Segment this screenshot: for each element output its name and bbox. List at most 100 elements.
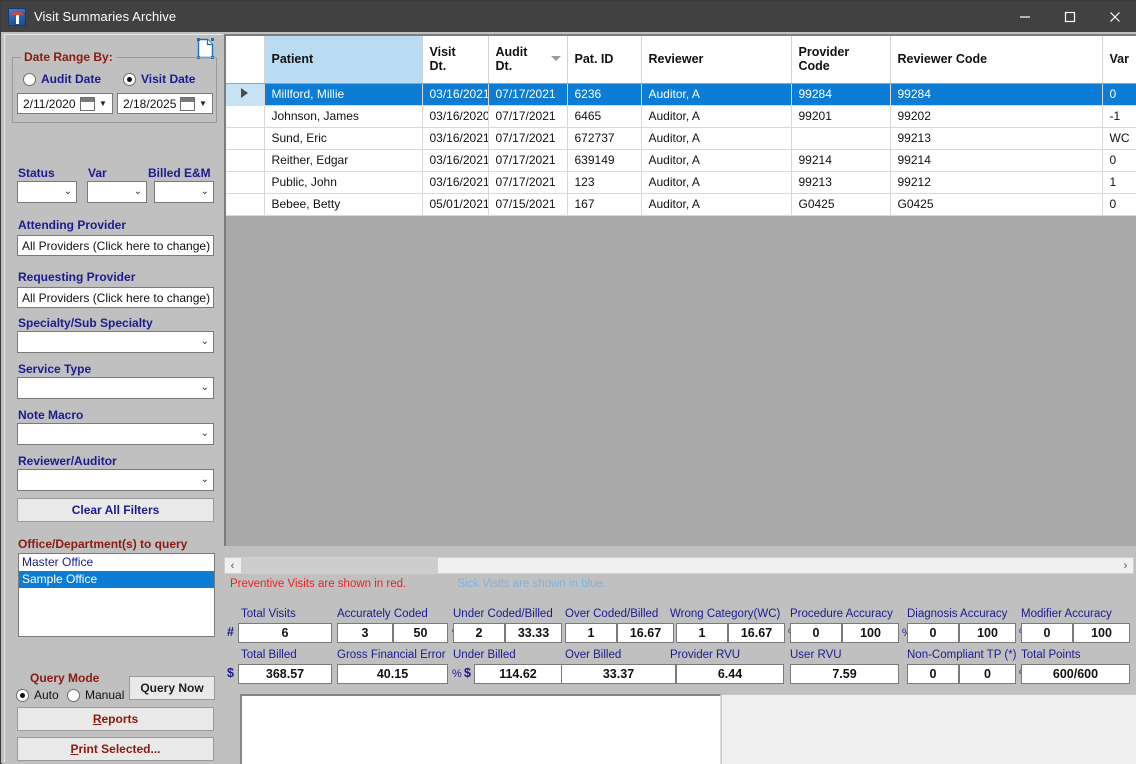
cell-audit-dt: 07/17/2021 (488, 83, 568, 106)
accurately-coded-count[interactable]: 3 (337, 623, 393, 643)
accurately-coded-pct[interactable]: 50 (393, 623, 448, 643)
under-billed-value[interactable]: 114.62 (474, 664, 562, 684)
date-range-group: Date Range By: Audit Date Visit Date 2/1… (12, 50, 217, 123)
non-compliant-tp-pct[interactable]: 0 (959, 664, 1016, 684)
table-row[interactable]: Johnson, James 03/16/2020 07/17/2021 646… (226, 105, 1136, 128)
list-item[interactable]: Sample Office (19, 571, 214, 588)
close-icon[interactable] (1092, 1, 1136, 32)
row-selector-cell[interactable] (226, 149, 265, 172)
date-from-input[interactable]: 2/11/2020 ▼ (17, 93, 113, 114)
legend-preventive: Preventive Visits are shown in red. (230, 578, 407, 590)
procedure-accuracy-count[interactable]: 0 (790, 623, 842, 643)
total-billed-value[interactable]: 368.57 (238, 664, 332, 684)
office-list-label: Office/Department(s) to query (18, 537, 188, 551)
non-compliant-tp-count[interactable]: 0 (907, 664, 959, 684)
print-selected-label: Print Selected... (70, 742, 161, 756)
scroll-left-icon[interactable]: ‹ (225, 558, 240, 573)
query-now-button[interactable]: Query Now (129, 676, 215, 700)
cell-provider-code: 99201 (791, 105, 891, 128)
reviewer-auditor-select[interactable]: ⌄ (17, 469, 214, 491)
scroll-right-icon[interactable]: › (1118, 558, 1133, 573)
maximize-icon[interactable] (1047, 1, 1092, 32)
radio-visit-date[interactable]: Visit Date (123, 72, 195, 86)
table-row[interactable]: Public, John 03/16/2021 07/17/2021 123 A… (226, 171, 1136, 194)
column-header-pat-id[interactable]: Pat. ID (567, 36, 642, 84)
column-header-provider-code[interactable]: Provider Code (791, 36, 891, 84)
modifier-accuracy-count[interactable]: 0 (1021, 623, 1073, 643)
calendar-icon (80, 96, 95, 111)
date-to-input[interactable]: 2/18/2025 ▼ (117, 93, 213, 114)
service-type-select[interactable]: ⌄ (17, 377, 214, 399)
visits-data-grid[interactable]: Patient Visit Dt. Audit Dt. Pat. ID Revi… (224, 34, 1136, 546)
attending-provider-label: Attending Provider (18, 218, 127, 232)
minimize-icon[interactable] (1002, 1, 1047, 32)
grid-horizontal-scrollbar[interactable]: ‹ › (224, 557, 1134, 574)
table-row[interactable]: Reither, Edgar 03/16/2021 07/17/2021 639… (226, 149, 1136, 172)
print-selected-button[interactable]: Print Selected... (17, 737, 214, 761)
column-header-patient[interactable]: Patient (264, 36, 423, 84)
cell-pat-id: 6236 (567, 83, 642, 106)
diagnosis-accuracy-label: Diagnosis Accuracy (907, 608, 1008, 620)
column-header-reviewer[interactable]: Reviewer (641, 36, 792, 84)
legend-sick: Sick Visits are shown in blue. (457, 578, 607, 590)
row-selector-cell[interactable] (226, 105, 265, 128)
chevron-down-icon[interactable]: ▼ (97, 99, 109, 108)
row-selector-cell[interactable] (226, 127, 265, 150)
billed-em-select[interactable]: ⌄ (154, 181, 214, 203)
total-visits-value[interactable]: 6 (238, 623, 332, 643)
clear-all-filters-button[interactable]: Clear All Filters (17, 498, 214, 522)
summary-statistics-panel: Total Visits Accurately Coded Under Code… (224, 598, 1136, 694)
table-row[interactable]: Sund, Eric 03/16/2021 07/17/2021 672737 … (226, 127, 1136, 150)
specialty-select[interactable]: ⌄ (17, 331, 214, 353)
user-rvu-value[interactable]: 7.59 (790, 664, 899, 684)
notes-textarea[interactable] (240, 694, 721, 764)
diagnosis-accuracy-count[interactable]: 0 (907, 623, 959, 643)
status-select[interactable]: ⌄ (17, 181, 77, 203)
over-coded-count[interactable]: 1 (565, 623, 617, 643)
table-row[interactable]: Bebee, Betty 05/01/2021 07/15/2021 167 A… (226, 193, 1136, 216)
var-select[interactable]: ⌄ (87, 181, 147, 203)
scrollbar-thumb[interactable] (241, 558, 438, 573)
office-department-listbox[interactable]: Master Office Sample Office (18, 553, 215, 637)
radio-query-manual[interactable]: Manual (67, 688, 124, 702)
over-billed-value[interactable]: 33.37 (561, 664, 676, 684)
reviewer-auditor-label: Reviewer/Auditor (18, 454, 117, 468)
table-row[interactable]: Millford, Millie 03/16/2021 07/17/2021 6… (226, 83, 1136, 106)
total-points-value[interactable]: 600/600 (1021, 664, 1130, 684)
status-label: Status (18, 166, 55, 180)
cell-reviewer-code: 99214 (890, 149, 1103, 172)
cell-pat-id: 639149 (567, 149, 642, 172)
cell-pat-id: 672737 (567, 127, 642, 150)
column-header-var[interactable]: Var (1102, 36, 1136, 84)
wrong-category-count[interactable]: 1 (676, 623, 728, 643)
cell-var: -1 (1102, 105, 1136, 128)
column-header-audit-dt[interactable]: Audit Dt. (488, 36, 568, 84)
note-macro-select[interactable]: ⌄ (17, 423, 214, 445)
gross-financial-error-value[interactable]: 40.15 (337, 664, 448, 684)
list-item[interactable]: Master Office (19, 554, 214, 571)
provider-rvu-value[interactable]: 6.44 (676, 664, 784, 684)
row-selector-cell[interactable] (226, 171, 265, 194)
attending-provider-input[interactable]: All Providers (Click here to change) (17, 235, 214, 256)
reports-button[interactable]: Reports (17, 707, 214, 731)
row-selector-cell[interactable] (226, 83, 265, 106)
wrong-category-pct[interactable]: 16.67 (728, 623, 785, 643)
column-header-reviewer-code[interactable]: Reviewer Code (890, 36, 1103, 84)
row-selector-cell[interactable] (226, 193, 265, 216)
new-document-icon[interactable] (197, 38, 214, 59)
radio-audit-date[interactable]: Audit Date (23, 72, 101, 86)
modifier-accuracy-pct[interactable]: 100 (1073, 623, 1130, 643)
under-coded-label: Under Coded/Billed (453, 608, 553, 620)
radio-query-auto[interactable]: Auto (16, 688, 59, 702)
column-header-visit-dt[interactable]: Visit Dt. (422, 36, 489, 84)
hash-prefix: # (227, 625, 234, 639)
requesting-provider-input[interactable]: All Providers (Click here to change) (17, 287, 214, 308)
under-coded-count[interactable]: 2 (453, 623, 505, 643)
over-coded-pct[interactable]: 16.67 (617, 623, 674, 643)
under-coded-pct[interactable]: 33.33 (505, 623, 562, 643)
diagnosis-accuracy-pct[interactable]: 100 (959, 623, 1016, 643)
total-points-label: Total Points (1021, 649, 1081, 661)
procedure-accuracy-pct[interactable]: 100 (842, 623, 899, 643)
chevron-down-icon[interactable]: ▼ (197, 99, 209, 108)
over-billed-label: Over Billed (565, 649, 622, 661)
